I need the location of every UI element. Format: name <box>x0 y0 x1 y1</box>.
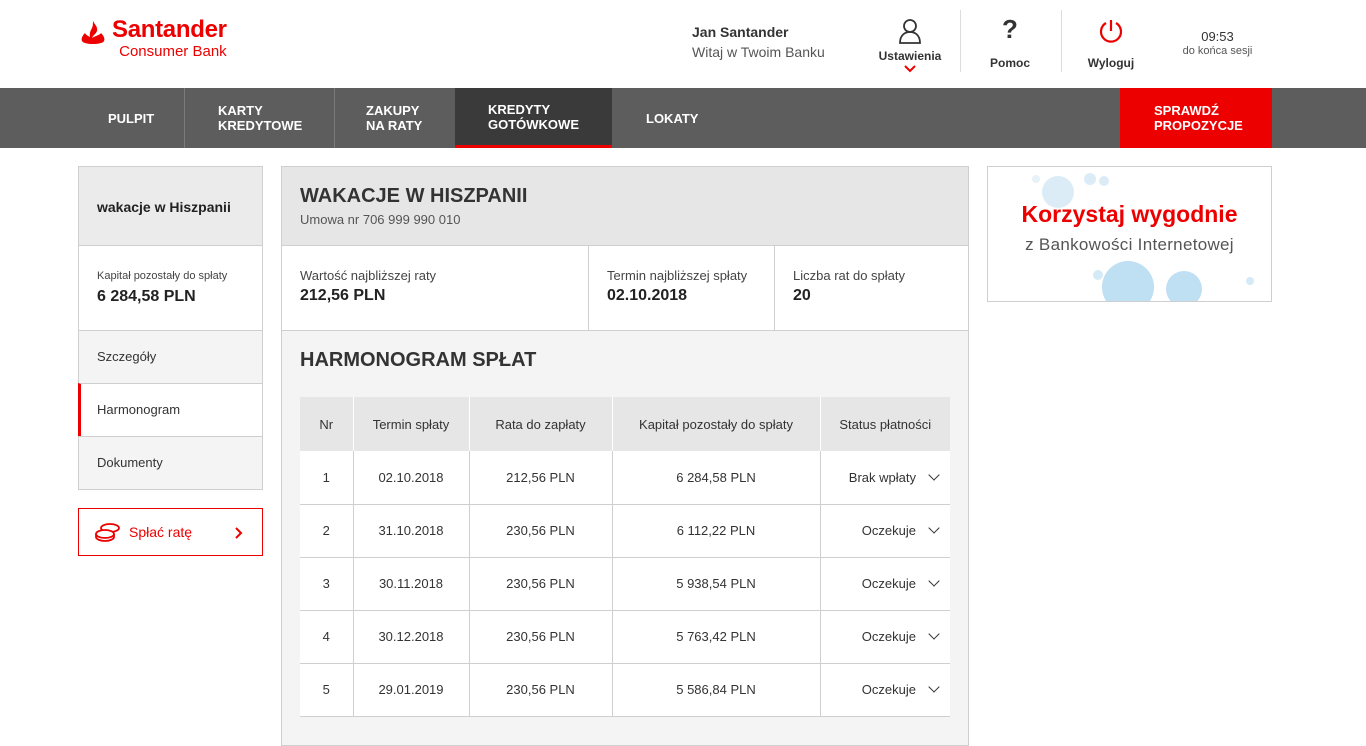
user-greeting: Witaj w Twoim Banku <box>692 44 825 60</box>
loan-title: WAKACJE W HISZPANII <box>300 185 528 207</box>
col-date: Termin spłaty <box>353 397 470 451</box>
col-installment: Rata do zapłaty <box>469 397 613 451</box>
schedule-title: HARMONOGRAM SPŁAT <box>300 349 537 371</box>
check-offers-button[interactable]: SPRAWDŹ PROPOZYCJE <box>1120 88 1272 148</box>
col-status: Status płatności <box>820 397 950 451</box>
loan-panel: WAKACJE W HISZPANII Umowa nr 706 999 990… <box>281 166 969 746</box>
session-timer: 09:53 do końca sesji <box>1175 30 1260 58</box>
status-dropdown[interactable]: Oczekuje <box>820 610 950 664</box>
header: Santander Consumer Bank Jan Santander Wi… <box>0 0 1366 88</box>
sidebar-item-dokumenty[interactable]: Dokumenty <box>78 436 263 490</box>
table-row: 4 30.12.2018 230,56 PLN 5 763,42 PLN Ocz… <box>300 610 950 664</box>
chevron-down-icon <box>928 469 940 481</box>
santander-logo[interactable]: Santander Consumer Bank <box>80 18 227 59</box>
question-icon: ? <box>1002 14 1018 44</box>
status-dropdown[interactable]: Oczekuje <box>820 504 950 558</box>
nav-item-karty[interactable]: KARTY KREDYTOWE <box>185 88 334 148</box>
session-label: do końca sesji <box>1182 45 1253 57</box>
col-nr: Nr <box>300 397 354 451</box>
stat-remaining-count: Liczba rat do spłaty 20 <box>793 268 906 304</box>
sidebar-title: wakacje w Hiszpanii <box>78 166 263 246</box>
chevron-down-icon <box>928 575 940 587</box>
flame-icon <box>81 21 105 44</box>
status-dropdown[interactable]: Brak wpłaty <box>820 451 950 505</box>
table-row: 2 31.10.2018 230,56 PLN 6 112,22 PLN Ocz… <box>300 504 950 558</box>
user-name: Jan Santander <box>692 24 789 40</box>
table-row: 1 02.10.2018 212,56 PLN 6 284,58 PLN Bra… <box>300 451 950 505</box>
settings-label: Ustawienia <box>878 49 942 63</box>
power-icon <box>1099 20 1123 43</box>
nav-item-zakupy[interactable]: ZAKUPY NA RATY <box>335 88 455 148</box>
logout-button[interactable]: Wyloguj <box>1076 10 1146 72</box>
promo-subline: z Bankowości Internetowej <box>1025 235 1234 254</box>
chevron-down-icon <box>904 65 916 73</box>
chevron-down-icon <box>928 628 940 640</box>
chevron-down-icon <box>928 522 940 534</box>
brand-name: Santander <box>112 16 227 43</box>
capital-value: 6 284,58 PLN <box>97 288 196 305</box>
status-dropdown[interactable]: Oczekuje <box>820 557 950 611</box>
sidebar-item-harmonogram[interactable]: Harmonogram <box>78 383 263 437</box>
table-row: 3 30.11.2018 230,56 PLN 5 938,54 PLN Ocz… <box>300 557 950 611</box>
settings-button[interactable]: Ustawienia <box>872 10 948 73</box>
nav-item-pulpit[interactable]: PULPIT <box>80 88 184 148</box>
chevron-right-icon <box>235 527 243 539</box>
promo-headline: Korzystaj wygodnie <box>1021 201 1238 227</box>
sidebar-capital: Kapitał pozostały do spłaty 6 284,58 PLN <box>78 245 263 331</box>
help-label: Pomoc <box>989 56 1030 70</box>
loan-header: WAKACJE W HISZPANII Umowa nr 706 999 990… <box>282 167 968 246</box>
nav-item-lokaty[interactable]: LOKATY <box>612 88 732 148</box>
bubbles-decoration <box>1032 173 1254 301</box>
pay-installment-button[interactable]: Spłać ratę <box>78 508 263 556</box>
chevron-down-icon <box>928 681 940 693</box>
coins-icon <box>95 523 120 542</box>
logout-label: Wyloguj <box>1087 56 1135 70</box>
loan-stats: Wartość najbliższej raty 212,56 PLN Term… <box>282 246 968 331</box>
session-time: 09:53 <box>1201 29 1234 44</box>
sidebar-item-szczegoly[interactable]: Szczegóły <box>78 330 263 384</box>
status-dropdown[interactable]: Oczekuje <box>820 663 950 717</box>
contract-number: Umowa nr 706 999 990 010 <box>300 212 461 227</box>
col-capital: Kapitał pozostały do spłaty <box>612 397 821 451</box>
stat-next-date: Termin najbliższej spłaty 02.10.2018 <box>607 268 748 304</box>
stat-next-installment: Wartość najbliższej raty 212,56 PLN <box>300 268 437 304</box>
table-row: 5 29.01.2019 230,56 PLN 5 586,84 PLN Ocz… <box>300 663 950 717</box>
schedule-table: Nr Termin spłaty Rata do zapłaty Kapitał… <box>300 397 950 717</box>
nav-item-kredyty[interactable]: KREDYTY GOTÓWKOWE <box>455 88 612 148</box>
brand-sub: Consumer Bank <box>119 43 227 60</box>
promo-banner[interactable]: Korzystaj wygodnie z Bankowości Internet… <box>987 166 1272 302</box>
capital-label: Kapitał pozostały do spłaty <box>97 270 228 282</box>
table-header-row: Nr Termin spłaty Rata do zapłaty Kapitał… <box>300 397 950 451</box>
user-icon <box>899 19 921 44</box>
user-info: Jan Santander Witaj w Twoim Banku <box>692 22 825 62</box>
help-button[interactable]: ? Pomoc <box>975 10 1045 72</box>
pay-installment-label: Spłać ratę <box>129 524 193 540</box>
